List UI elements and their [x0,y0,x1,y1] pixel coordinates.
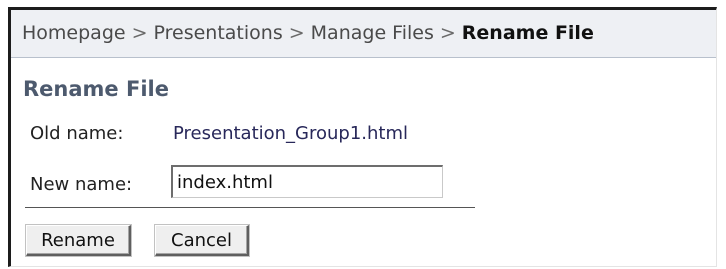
breadcrumb-separator: > [288,22,305,44]
breadcrumb-link-manage-files[interactable]: Manage Files [311,22,434,44]
new-name-label: New name: [30,174,133,195]
old-name-value: Presentation_Group1.html [173,123,409,144]
breadcrumb: Homepage > Presentations > Manage Files > Rena… [11,10,716,58]
breadcrumb-link-presentations[interactable]: Presentations [154,22,283,44]
new-name-input[interactable] [171,165,443,198]
page-title: Rename File [23,77,169,101]
breadcrumb-separator: > [131,22,148,44]
breadcrumb-separator: > [439,22,456,44]
breadcrumb-link-homepage[interactable]: Homepage [22,22,126,44]
breadcrumb-current: Rename File [461,22,594,44]
old-name-label: Old name: [30,123,124,144]
rename-button[interactable]: Rename [26,225,131,256]
rename-file-panel: Homepage > Presentations > Manage Files > Rena… [8,7,717,267]
cancel-button[interactable]: Cancel [155,225,249,256]
form-divider [25,207,475,208]
